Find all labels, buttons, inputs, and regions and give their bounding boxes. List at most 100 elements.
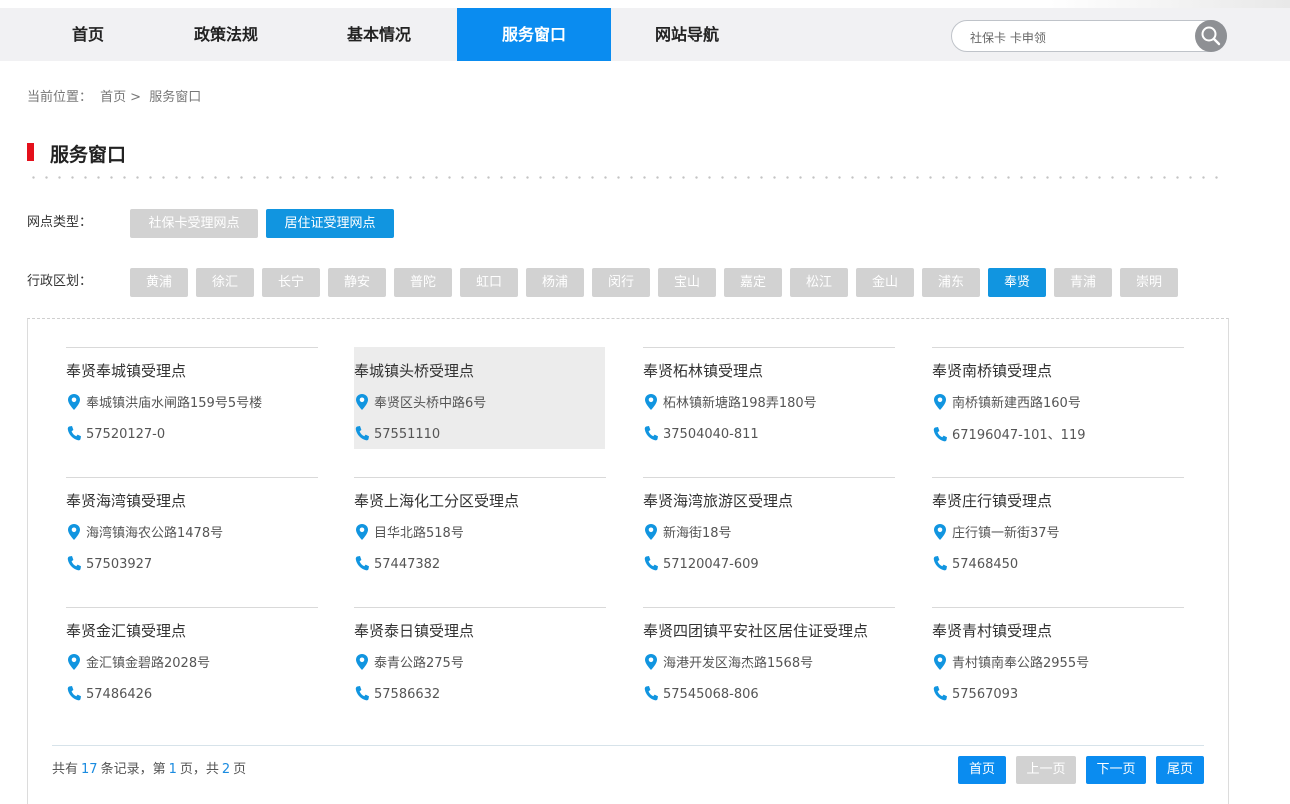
search-input[interactable]	[970, 27, 1190, 47]
office-card[interactable]: 奉贤金汇镇受理点金汇镇金碧路2028号 57486426	[66, 607, 318, 710]
address-text: 南桥镇新建西路160号	[952, 396, 1081, 411]
phone-icon	[354, 424, 370, 442]
office-address: 南桥镇新建西路160号	[932, 392, 1081, 411]
office-phone: 57468450	[932, 554, 1018, 572]
nav-policy[interactable]: 政策法规	[165, 8, 287, 61]
office-name[interactable]: 奉贤海湾旅游区受理点	[643, 490, 793, 511]
address-text: 柘林镇新塘路198弄180号	[663, 396, 817, 411]
address-text: 青村镇南奉公路2955号	[952, 656, 1090, 671]
phone-icon	[66, 554, 82, 572]
office-card[interactable]: 奉贤上海化工分区受理点目华北路518号 57447382	[354, 477, 606, 580]
district-tag[interactable]: 青浦	[1054, 268, 1112, 297]
phone-text: 57586632	[374, 687, 441, 702]
nav-service-window[interactable]: 服务窗口	[457, 8, 611, 61]
breadcrumb-home-link[interactable]: 首页	[100, 90, 126, 105]
office-card[interactable]: 奉贤四团镇平安社区居住证受理点海港开发区海杰路1568号 57545068-806	[643, 607, 895, 710]
office-card[interactable]: 奉城镇头桥受理点 奉贤区头桥中路6号 57551110	[354, 347, 605, 449]
phone-text: 57120047-609	[663, 557, 759, 572]
office-phone: 57503927	[66, 554, 152, 572]
office-phone: 67196047-101、119	[932, 424, 1086, 443]
district-tag[interactable]: 长宁	[262, 268, 320, 297]
search-button[interactable]	[1195, 20, 1227, 52]
first-page-button[interactable]: 首页	[958, 756, 1006, 784]
phone-icon	[932, 554, 948, 572]
office-name[interactable]: 奉贤庄行镇受理点	[932, 490, 1052, 511]
prev-page-button[interactable]: 上一页	[1016, 756, 1076, 784]
location-pin-icon	[354, 523, 370, 541]
district-tag[interactable]: 黄浦	[130, 268, 188, 297]
location-pin-icon	[643, 523, 659, 541]
office-name[interactable]: 奉贤青村镇受理点	[932, 620, 1052, 641]
dotted-divider	[27, 176, 1223, 179]
office-phone: 37504040-811	[643, 424, 759, 442]
address-text: 海港开发区海杰路1568号	[663, 656, 814, 671]
search-icon	[1201, 26, 1221, 46]
phone-text: 57447382	[374, 557, 441, 572]
phone-icon	[643, 554, 659, 572]
next-page-button[interactable]: 下一页	[1086, 756, 1146, 784]
office-card[interactable]: 奉贤海湾镇受理点 海湾镇海农公路1478号 57503927	[66, 477, 318, 580]
nav-site-map[interactable]: 网站导航	[626, 8, 748, 61]
type-tag[interactable]: 社保卡受理网点	[130, 209, 258, 238]
office-address: 目华北路518号	[354, 522, 464, 541]
pagination-divider	[52, 745, 1204, 746]
office-card[interactable]: 奉贤庄行镇受理点庄行镇一新街37号 57468450	[932, 477, 1184, 580]
phone-text: 57551110	[374, 427, 441, 442]
district-tag[interactable]: 松江	[790, 268, 848, 297]
office-address: 海港开发区海杰路1568号	[643, 652, 813, 671]
office-phone: 57486426	[66, 684, 152, 702]
district-tag[interactable]: 虹口	[460, 268, 518, 297]
location-pin-icon	[932, 393, 948, 411]
district-tag[interactable]: 闵行	[592, 268, 650, 297]
office-address: 金汇镇金碧路2028号	[66, 652, 210, 671]
address-text: 奉城镇洪庙水闸路159号5号楼	[86, 396, 263, 411]
office-phone: 57545068-806	[643, 684, 759, 702]
district-tag[interactable]: 奉贤	[988, 268, 1046, 297]
district-tag[interactable]: 杨浦	[526, 268, 584, 297]
office-card[interactable]: 奉贤青村镇受理点青村镇南奉公路2955号 57567093	[932, 607, 1184, 710]
office-name[interactable]: 奉贤奉城镇受理点	[66, 360, 186, 381]
office-card[interactable]: 奉贤南桥镇受理点南桥镇新建西路160号 67196047-101、119	[932, 347, 1184, 450]
office-address: 奉城镇洪庙水闸路159号5号楼	[66, 392, 262, 411]
office-name[interactable]: 奉城镇头桥受理点	[354, 360, 474, 381]
district-tag[interactable]: 徐汇	[196, 268, 254, 297]
office-name[interactable]: 奉贤泰日镇受理点	[354, 620, 474, 641]
office-name[interactable]: 奉贤金汇镇受理点	[66, 620, 186, 641]
top-nav: 首页 政策法规 基本情况 服务窗口 网站导航	[0, 8, 1290, 61]
office-address: 庄行镇一新街37号	[932, 522, 1060, 541]
office-name[interactable]: 奉贤海湾镇受理点	[66, 490, 186, 511]
address-text: 新海街18号	[663, 526, 732, 541]
address-text: 目华北路518号	[374, 526, 464, 541]
last-page-button[interactable]: 尾页	[1156, 756, 1204, 784]
office-card[interactable]: 奉贤泰日镇受理点 泰青公路275号 57586632	[354, 607, 606, 710]
nav-basic-info[interactable]: 基本情况	[318, 8, 440, 61]
district-tag[interactable]: 静安	[328, 268, 386, 297]
district-tag[interactable]: 金山	[856, 268, 914, 297]
office-name[interactable]: 奉贤柘林镇受理点	[643, 360, 763, 381]
phone-icon	[354, 554, 370, 572]
office-address: 泰青公路275号	[354, 652, 464, 671]
district-tag[interactable]: 崇明	[1120, 268, 1178, 297]
office-name[interactable]: 奉贤四团镇平安社区居住证受理点	[643, 620, 868, 641]
office-phone: 57120047-609	[643, 554, 759, 572]
district-tag[interactable]: 宝山	[658, 268, 716, 297]
office-name[interactable]: 奉贤上海化工分区受理点	[354, 490, 519, 511]
nav-home[interactable]: 首页	[27, 8, 149, 61]
district-tag[interactable]: 浦东	[922, 268, 980, 297]
type-tag[interactable]: 居住证受理网点	[266, 209, 394, 238]
address-text: 庄行镇一新街37号	[952, 526, 1060, 541]
phone-text: 57486426	[86, 687, 153, 702]
office-card[interactable]: 奉贤柘林镇受理点柘林镇新塘路198弄180号 37504040-811	[643, 347, 895, 450]
search-box	[951, 20, 1227, 52]
office-phone: 57586632	[354, 684, 440, 702]
phone-text: 57468450	[952, 557, 1019, 572]
office-card[interactable]: 奉贤奉城镇受理点 奉城镇洪庙水闸路159号5号楼 57520127-0	[66, 347, 318, 450]
office-phone: 57551110	[354, 424, 440, 442]
district-tag[interactable]: 嘉定	[724, 268, 782, 297]
location-pin-icon	[66, 523, 82, 541]
district-tag[interactable]: 普陀	[394, 268, 452, 297]
office-card[interactable]: 奉贤海湾旅游区受理点新海街18号 57120047-609	[643, 477, 895, 580]
office-name[interactable]: 奉贤南桥镇受理点	[932, 360, 1052, 381]
section-marker	[27, 143, 34, 161]
phone-text: 57567093	[952, 687, 1019, 702]
